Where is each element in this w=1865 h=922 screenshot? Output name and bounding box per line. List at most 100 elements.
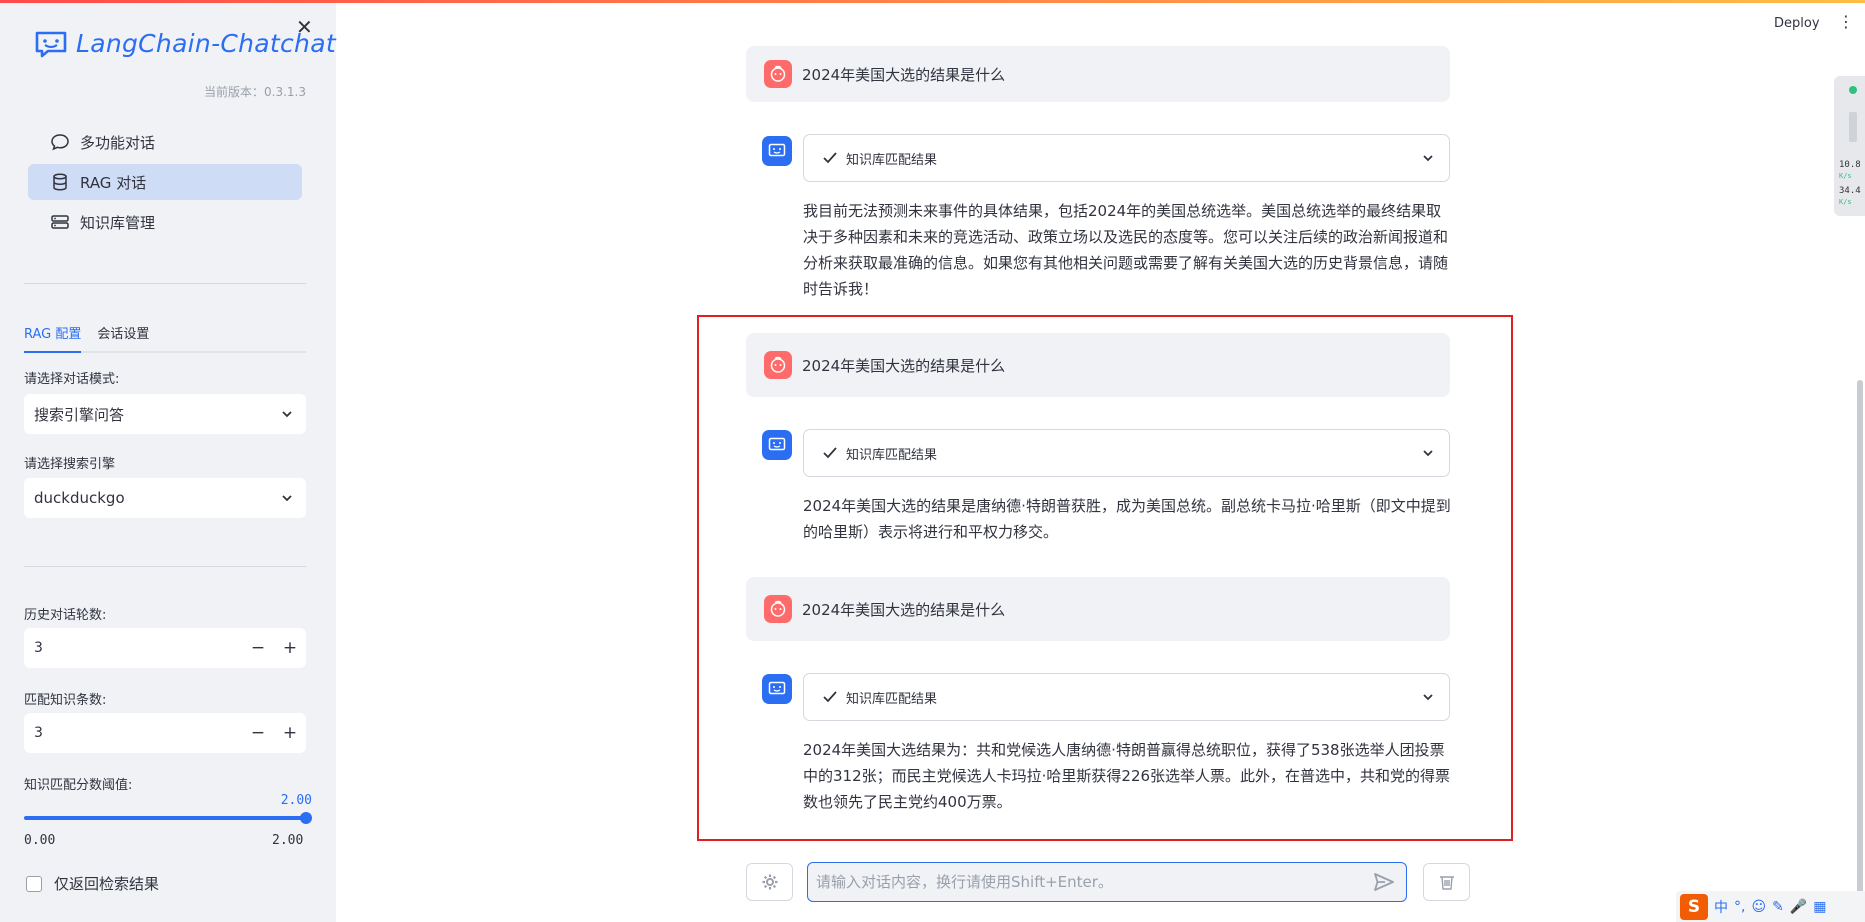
send-icon xyxy=(1374,873,1394,891)
close-sidebar-icon[interactable]: ✕ xyxy=(296,15,313,39)
threshold-label: 知识匹配分数阈值: xyxy=(24,778,133,793)
match-value: 3 xyxy=(34,725,43,741)
chat-bubble-icon xyxy=(51,134,69,151)
user-avatar-icon xyxy=(764,595,792,623)
check-icon xyxy=(823,691,837,703)
sidebar-item-label: 多功能对话 xyxy=(80,133,156,152)
ime-toolbar: S 中 °, ☺ ✎ 🎤 ▦ xyxy=(1676,891,1865,922)
user-message: 2024年美国大选的结果是什么 xyxy=(746,46,1450,102)
sidebar-item-multi-chat[interactable]: 多功能对话 xyxy=(28,124,302,160)
chat-logo-icon xyxy=(35,31,67,57)
engine-select[interactable]: duckduckgo xyxy=(24,478,306,518)
assistant-message-text: 2024年美国大选结果为：共和党候选人唐纳德·特朗普赢得总统职位，获得了538张… xyxy=(803,741,1451,811)
trash-icon xyxy=(1439,876,1454,890)
chevron-down-icon xyxy=(1423,155,1433,162)
ime-language-toggle[interactable]: 中 xyxy=(1714,897,1728,917)
sidebar-item-label: 知识库管理 xyxy=(80,213,156,232)
sidebar-tabs: RAG 配置 会话设置 xyxy=(24,319,306,353)
assistant-message-text: 2024年美国大选的结果是唐纳德·特朗普获胜，成为美国总统。副总统卡马拉·哈里斯… xyxy=(803,497,1451,541)
chat-input[interactable] xyxy=(816,873,1374,891)
upload-speed: 10.8 xyxy=(1839,160,1861,170)
user-message-text: 2024年美国大选的结果是什么 xyxy=(802,600,1006,619)
ime-emoji-icon[interactable]: ☺ xyxy=(1751,899,1766,915)
assistant-avatar-icon xyxy=(762,136,792,166)
history-value: 3 xyxy=(34,640,43,656)
download-unit: K/s xyxy=(1839,198,1852,206)
slider-min-label: 0.00 xyxy=(24,833,56,848)
increment-button[interactable]: + xyxy=(274,638,306,658)
expander-label: 知识库匹配结果 xyxy=(846,691,938,707)
status-dot-icon xyxy=(1849,86,1857,94)
main-scrollbar[interactable] xyxy=(1857,380,1863,922)
sidebar: LangChain-Chatchat ✕ 当前版本：0.3.1.3 多功能对话 … xyxy=(0,3,336,922)
send-button[interactable] xyxy=(1374,873,1394,891)
mode-label: 请选择对话模式: xyxy=(24,372,120,387)
check-icon xyxy=(823,447,837,459)
check-icon xyxy=(823,152,837,164)
threshold-current-value: 2.00 xyxy=(280,793,312,808)
ime-voice-icon[interactable]: 🎤 xyxy=(1790,899,1807,915)
sidebar-divider xyxy=(24,283,306,284)
sidebar-divider xyxy=(24,566,306,567)
chevron-down-icon xyxy=(1423,694,1433,701)
threshold-slider[interactable] xyxy=(24,816,306,820)
kb-results-expander[interactable]: 知识库匹配结果 xyxy=(803,673,1450,721)
assistant-avatar-icon xyxy=(762,430,792,460)
tab-rag-config[interactable]: RAG 配置 xyxy=(24,319,82,353)
decrement-button[interactable]: − xyxy=(242,723,274,743)
sidebar-nav: 多功能对话 RAG 对话 知识库管理 xyxy=(28,124,302,244)
mode-select[interactable]: 搜索引擎问答 xyxy=(24,394,306,434)
chevron-down-icon xyxy=(1423,450,1433,457)
clear-history-button[interactable] xyxy=(1423,863,1470,901)
only-retrieval-checkbox[interactable] xyxy=(26,875,42,892)
ime-handwriting-icon[interactable]: ✎ xyxy=(1772,899,1784,915)
chevron-down-icon xyxy=(282,411,292,418)
upload-unit: K/s xyxy=(1839,172,1852,180)
increment-button[interactable]: + xyxy=(274,723,306,743)
user-message-text: 2024年美国大选的结果是什么 xyxy=(802,356,1006,375)
user-message: 2024年美国大选的结果是什么 xyxy=(746,577,1450,641)
engine-label: 请选择搜索引擎 xyxy=(24,457,116,472)
gear-icon xyxy=(762,874,777,890)
sogou-logo-icon[interactable]: S xyxy=(1680,893,1708,920)
ime-toolbox-icon[interactable]: ▦ xyxy=(1813,899,1826,915)
history-label: 历史对话轮数: xyxy=(24,608,107,623)
sidebar-item-label: RAG 对话 xyxy=(80,173,147,192)
decrement-button[interactable]: − xyxy=(242,638,274,658)
mode-select-value: 搜索引擎问答 xyxy=(34,405,125,424)
server-icon xyxy=(51,215,69,229)
history-stepper[interactable]: 3 − + xyxy=(24,628,306,668)
only-retrieval-label: 仅返回检索结果 xyxy=(54,875,160,893)
user-avatar-icon xyxy=(764,60,792,88)
kb-results-expander[interactable]: 知识库匹配结果 xyxy=(803,134,1450,182)
expander-label: 知识库匹配结果 xyxy=(846,447,938,463)
user-message: 2024年美国大选的结果是什么 xyxy=(746,333,1450,397)
app-logo: LangChain-Chatchat xyxy=(34,29,336,58)
sidebar-item-kb-management[interactable]: 知识库管理 xyxy=(28,204,302,240)
chat-settings-button[interactable] xyxy=(746,863,793,901)
sidebar-item-rag-chat[interactable]: RAG 对话 xyxy=(28,164,302,200)
engine-select-value: duckduckgo xyxy=(34,489,125,507)
match-stepper[interactable]: 3 − + xyxy=(24,713,306,753)
network-speed-widget: 10.8 K/s 34.4 K/s xyxy=(1834,76,1865,216)
slider-max-label: 2.00 xyxy=(272,833,304,848)
assistant-avatar-icon xyxy=(762,674,792,704)
expander-label: 知识库匹配结果 xyxy=(846,152,938,168)
match-label: 匹配知识条数: xyxy=(24,693,107,708)
slider-thumb[interactable] xyxy=(300,812,312,824)
more-menu-icon[interactable]: ⋮ xyxy=(1838,14,1854,30)
chevron-down-icon xyxy=(282,495,292,502)
kb-results-expander[interactable]: 知识库匹配结果 xyxy=(803,429,1450,477)
database-icon xyxy=(53,173,67,191)
chat-input-box[interactable] xyxy=(807,862,1407,902)
download-speed: 34.4 xyxy=(1839,186,1861,196)
ime-punctuation-icon[interactable]: °, xyxy=(1734,899,1745,915)
only-retrieval-checkbox-row[interactable]: 仅返回检索结果 xyxy=(26,873,159,894)
version-label: 当前版本：0.3.1.3 xyxy=(204,85,306,99)
assistant-message-text: 我目前无法预测未来事件的具体结果，包括2024年的美国总统选举。美国总统选举的最… xyxy=(803,202,1449,298)
tab-session-settings[interactable]: 会话设置 xyxy=(97,319,149,351)
user-avatar-icon xyxy=(764,351,792,379)
speed-bar xyxy=(1849,112,1857,142)
user-message-text: 2024年美国大选的结果是什么 xyxy=(802,65,1006,84)
deploy-button[interactable]: Deploy xyxy=(1774,16,1820,31)
